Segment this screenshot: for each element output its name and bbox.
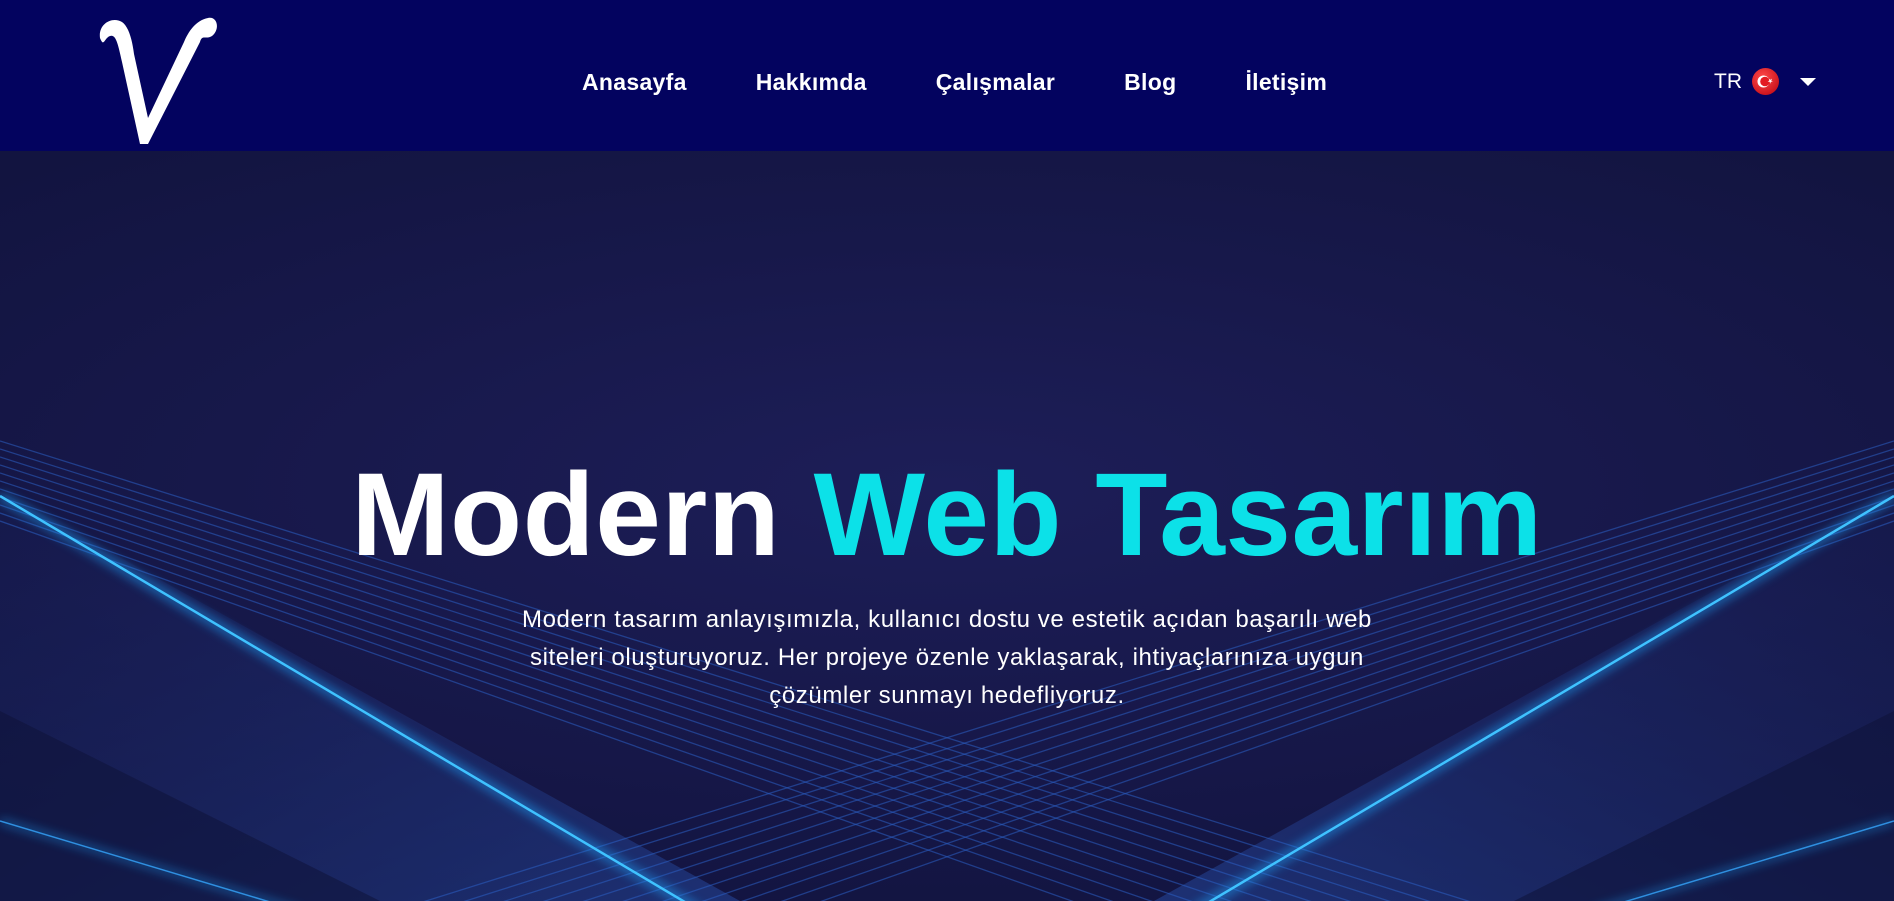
site-logo[interactable] — [92, 14, 224, 145]
hero-content: Modern Web Tasarım Modern tasarım anlayı… — [0, 449, 1894, 715]
hero-title: Modern Web Tasarım — [0, 449, 1894, 581]
navbar: Anasayfa Hakkımda Çalışmalar Blog İletiş… — [0, 0, 1894, 151]
hero-title-plain: Modern — [351, 449, 781, 581]
turkey-flag-icon — [1752, 68, 1779, 95]
language-selector[interactable]: TR — [1714, 68, 1816, 95]
hero-section: Modern Web Tasarım Modern tasarım anlayı… — [0, 151, 1894, 901]
nav-link-hakkimda[interactable]: Hakkımda — [756, 69, 867, 96]
nav-link-blog[interactable]: Blog — [1124, 69, 1176, 96]
nav-link-iletisim[interactable]: İletişim — [1245, 69, 1327, 96]
caret-down-icon — [1800, 77, 1816, 86]
nav-link-calismalar[interactable]: Çalışmalar — [936, 69, 1055, 96]
main-navigation: Anasayfa Hakkımda Çalışmalar Blog İletiş… — [582, 0, 1327, 164]
hero-title-accent: Web Tasarım — [813, 449, 1543, 581]
hero-description: Modern tasarım anlayışımızla, kullanıcı … — [522, 605, 1372, 709]
nav-link-anasayfa[interactable]: Anasayfa — [582, 69, 687, 96]
v-logo-icon — [99, 17, 217, 145]
language-code: TR — [1714, 69, 1742, 93]
